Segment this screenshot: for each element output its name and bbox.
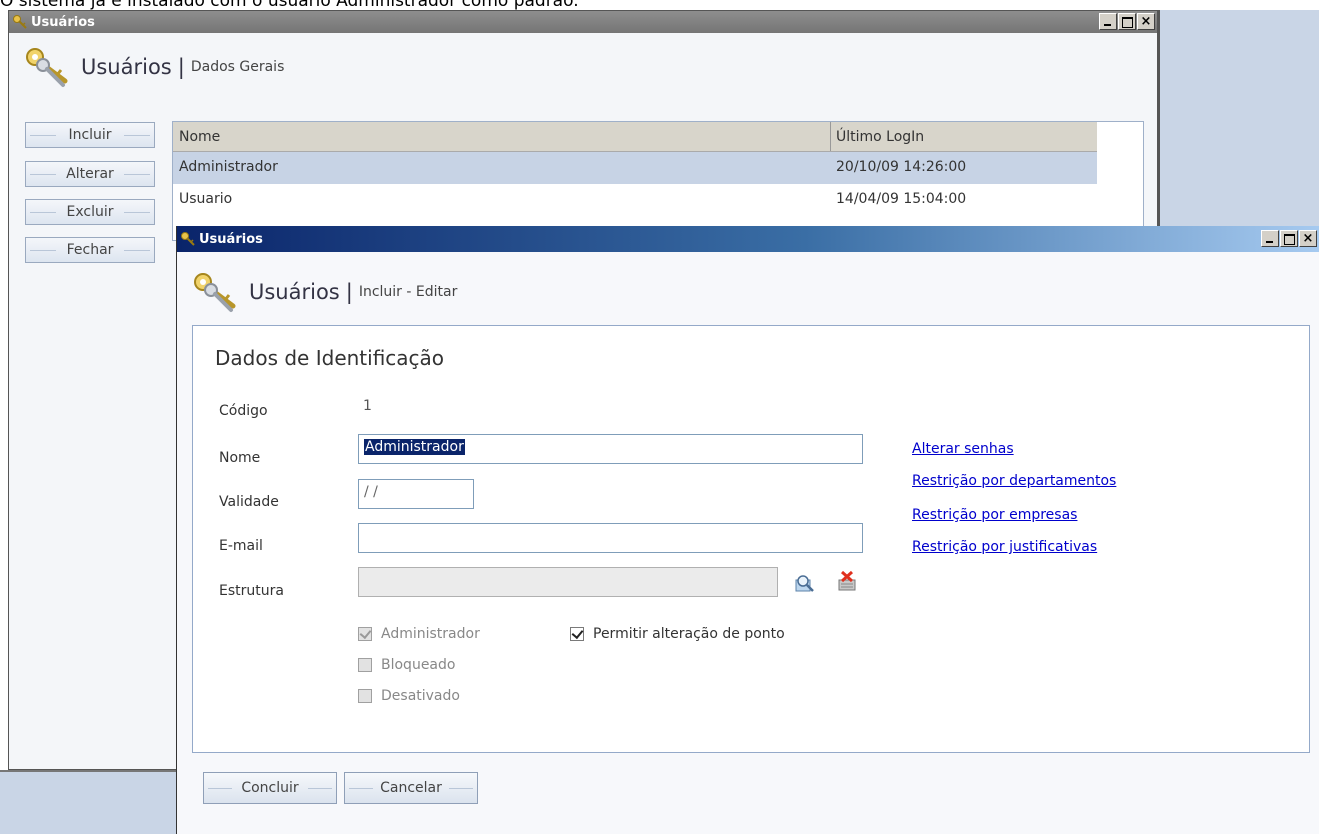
grid-header: Nome Último LogIn [173, 122, 1097, 152]
user-edit-window: Usuários × Usuários | Incluir - Editar D… [176, 226, 1319, 834]
title-separator: | [345, 280, 353, 304]
keys-icon [13, 15, 27, 29]
page-title: Usuários [81, 55, 172, 79]
cancelar-button[interactable]: Cancelar [344, 772, 478, 804]
page-header: Usuários | Dados Gerais [23, 45, 284, 89]
alterar-button[interactable]: Alterar [25, 161, 155, 187]
keys-icon [26, 48, 68, 87]
estrutura-input [358, 567, 778, 597]
search-structure-icon[interactable] [794, 572, 816, 594]
column-header-ultimo-login[interactable]: Último LogIn [836, 122, 1096, 151]
nome-value: Administrador [364, 439, 465, 455]
checkbox-box[interactable] [570, 627, 584, 641]
cell-nome: Administrador [179, 159, 278, 175]
page-header: Usuários | Incluir - Editar [191, 270, 457, 314]
email-input[interactable] [358, 523, 863, 553]
maximize-button[interactable] [1280, 230, 1298, 247]
restricao-empresas-link[interactable]: Restrição por empresas [912, 507, 1077, 523]
table-row[interactable]: Administrador 20/10/09 14:26:00 [173, 152, 1097, 184]
fechar-button[interactable]: Fechar [25, 237, 155, 263]
incluir-button[interactable]: Incluir [25, 122, 155, 148]
checkbox-box [358, 689, 372, 703]
close-button[interactable]: × [1137, 13, 1155, 30]
administrador-label: Administrador [381, 626, 480, 642]
nome-label: Nome [219, 450, 261, 466]
column-divider[interactable] [830, 122, 831, 151]
administrador-checkbox: Administrador [358, 626, 480, 642]
email-label: E-mail [219, 538, 263, 554]
checkbox-box [358, 627, 372, 641]
checkbox-box [358, 658, 372, 672]
page-title: Usuários [249, 280, 340, 304]
nome-input[interactable]: Administrador [358, 434, 863, 464]
column-header-nome[interactable]: Nome [179, 122, 829, 151]
validade-label: Validade [219, 494, 279, 510]
estrutura-label: Estrutura [219, 583, 284, 599]
identification-panel: Dados de Identificação Código 1 Nome Adm… [192, 325, 1310, 753]
permitir-ponto-checkbox[interactable]: Permitir alteração de ponto [570, 626, 785, 642]
title-separator: | [177, 55, 185, 79]
restricao-departamentos-link[interactable]: Restrição por departamentos [912, 473, 1116, 489]
minimize-button[interactable] [1261, 230, 1279, 247]
page-subtitle: Dados Gerais [190, 59, 285, 75]
codigo-label: Código [219, 403, 268, 419]
cell-ultimo-login: 20/10/09 14:26:00 [836, 159, 967, 175]
close-button[interactable]: × [1299, 230, 1317, 247]
users-grid: Nome Último LogIn Administrador 20/10/09… [172, 121, 1144, 241]
title-bar[interactable]: Usuários × [177, 226, 1319, 252]
desativado-checkbox: Desativado [358, 688, 460, 704]
cell-nome: Usuario [179, 191, 233, 207]
keys-icon [194, 273, 236, 312]
bloqueado-checkbox: Bloqueado [358, 657, 455, 673]
maximize-button[interactable] [1118, 13, 1136, 30]
window-title: Usuários [199, 232, 263, 247]
desativado-label: Desativado [381, 688, 460, 704]
page-subtitle: Incluir - Editar [358, 284, 458, 300]
validade-input[interactable]: / / [358, 479, 474, 509]
codigo-value: 1 [363, 398, 372, 414]
bloqueado-label: Bloqueado [381, 657, 456, 673]
excluir-button[interactable]: Excluir [25, 199, 155, 225]
permitir-ponto-label: Permitir alteração de ponto [593, 626, 785, 642]
keys-icon [181, 232, 195, 246]
minimize-button[interactable] [1099, 13, 1117, 30]
cell-ultimo-login: 14/04/09 15:04:00 [836, 191, 967, 207]
table-row[interactable]: Usuario 14/04/09 15:04:00 [173, 184, 1097, 216]
clear-structure-icon[interactable] [836, 570, 858, 592]
title-bar[interactable]: Usuários × [9, 11, 1157, 33]
desktop-background [0, 770, 178, 834]
alterar-senhas-link[interactable]: Alterar senhas [912, 441, 1014, 457]
window-title: Usuários [31, 15, 95, 30]
restricao-justificativas-link[interactable]: Restrição por justificativas [912, 539, 1097, 555]
concluir-button[interactable]: Concluir [203, 772, 337, 804]
section-title: Dados de Identificação [215, 346, 445, 370]
